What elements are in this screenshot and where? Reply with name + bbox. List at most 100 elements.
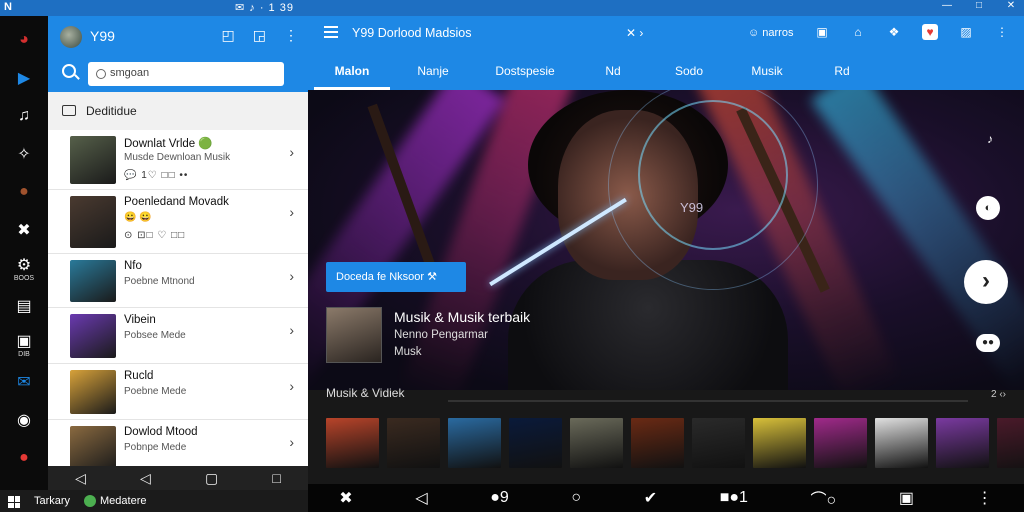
poster-thumbnail[interactable] — [997, 418, 1024, 468]
chevron-right-icon[interactable]: › — [289, 268, 294, 284]
radio-icon-glyph: ● — [19, 449, 29, 466]
video-thumbnail[interactable] — [70, 136, 116, 184]
chevron-right-icon[interactable]: › — [289, 434, 294, 450]
tab-3[interactable]: Nd — [580, 52, 646, 90]
chevron-right-icon[interactable]: › — [289, 378, 294, 394]
image-icon[interactable]: ▨ — [958, 24, 974, 40]
mail-icon-glyph: ✉ — [17, 374, 31, 391]
row-pager[interactable]: 2 ‹› — [991, 389, 1006, 400]
more-vert-icon[interactable]: ⋮ — [284, 27, 298, 44]
window-icon[interactable]: ◲ — [253, 27, 266, 44]
artist-icon[interactable]: ● — [10, 178, 38, 206]
panel-title: Y99 — [90, 28, 115, 44]
user-icon[interactable]: ⌂ — [850, 24, 866, 40]
close-cross-icon[interactable]: ✖ — [10, 216, 38, 244]
tab-1[interactable]: Nanje — [396, 52, 470, 90]
poster-thumbnail[interactable] — [692, 418, 745, 468]
list-item[interactable]: Rucld Poebne Mede › — [48, 364, 308, 420]
list-item[interactable]: Vibein Pobsee Mede › — [48, 308, 308, 364]
poster-thumbnail[interactable] — [814, 418, 867, 468]
mail-icon[interactable]: ✉ — [10, 368, 38, 396]
video-thumbnail[interactable] — [70, 426, 116, 470]
poster-thumbnail[interactable] — [936, 418, 989, 468]
more-vert-icon[interactable]: ⋮ — [994, 24, 1010, 40]
home-icon[interactable]: □ — [272, 470, 280, 486]
poster-thumbnail[interactable] — [448, 418, 501, 468]
search-icon[interactable]: ⌒○ — [811, 486, 837, 510]
back-icon[interactable]: ◁ — [415, 488, 427, 508]
wallet-icon[interactable]: ▣ — [899, 488, 914, 508]
pinwheel-icon[interactable]: ❖ — [886, 24, 902, 40]
poster-thumbnail[interactable] — [509, 418, 562, 468]
topbar-nav-controls[interactable]: ✕ › — [626, 26, 643, 40]
poster-thumbnail[interactable] — [753, 418, 806, 468]
music-notes-icon[interactable]: ♫ — [10, 102, 38, 130]
recent-apps-icon[interactable]: ▢ — [205, 470, 218, 487]
chevron-right-icon[interactable]: › — [289, 204, 294, 220]
app-logo-icon[interactable]: ◕ — [10, 26, 38, 54]
menu-icon[interactable] — [324, 26, 338, 38]
window-icon[interactable]: ▣ — [814, 24, 830, 40]
check-icon[interactable]: ✔ — [644, 488, 657, 508]
tab-2[interactable]: Dostspesie — [470, 52, 580, 90]
search-icon[interactable] — [62, 64, 76, 78]
app-logo-icon-glyph: ◕ — [19, 31, 29, 48]
next-arrow-icon[interactable]: › — [964, 260, 1008, 304]
library-icon[interactable]: ▤ — [10, 292, 38, 320]
toggle-icon[interactable]: ◐ — [976, 196, 1000, 220]
more-vert-icon[interactable]: ⋮ — [977, 488, 993, 508]
hologram-ring — [638, 100, 788, 250]
music-note-icon[interactable]: ♪ — [982, 132, 998, 148]
poster-thumbnail[interactable] — [387, 418, 440, 468]
search-input[interactable]: smgoan — [88, 62, 284, 86]
maximize-icon[interactable]: □ — [974, 0, 984, 14]
list-item-sub: 😀 😀 — [124, 212, 152, 223]
account-label[interactable]: ☺ narros — [748, 27, 793, 39]
start-icon[interactable] — [8, 496, 20, 508]
featured-thumbnail[interactable] — [326, 307, 382, 363]
settings-icon[interactable]: ⚙ BOOS — [10, 254, 38, 282]
favorite-icon[interactable]: ♥ — [922, 24, 938, 40]
hero-banner[interactable]: Y99 Doceda fe Nksoor ⚒ Musik & Musik ter… — [308, 90, 1024, 390]
featured-title[interactable]: Musik & Musik terbaik — [394, 309, 530, 325]
toggle-icon[interactable]: ●9 — [490, 489, 509, 507]
minimize-icon[interactable]: — — [942, 0, 952, 14]
avatar[interactable] — [60, 26, 82, 48]
chevron-right-icon[interactable]: › — [289, 144, 294, 160]
radio-icon[interactable]: ● — [10, 444, 38, 472]
wand-icon[interactable]: ✧ — [10, 140, 38, 168]
media-icon[interactable]: ■●1 — [720, 489, 748, 507]
more-dots-icon[interactable]: ●● — [976, 334, 1000, 352]
video-thumbnail[interactable] — [70, 314, 116, 358]
tab-6[interactable]: Rd — [802, 52, 882, 90]
list-item[interactable]: Poenledand Movadk 😀 😀 ⊙ ⊡□ ♡ □□ › — [48, 190, 308, 254]
video-thumbnail[interactable] — [70, 196, 116, 248]
video-thumbnail[interactable] — [70, 260, 116, 302]
featured-subtitle: Nenno Pengarmar — [394, 329, 488, 341]
tab-4[interactable]: Sodo — [646, 52, 732, 90]
home-icon[interactable]: ○ — [571, 489, 581, 507]
chat-icon[interactable]: ▣ DIB — [10, 330, 38, 358]
list-item[interactable]: Downlat Vrlde 🟢 Musde Dewnloan Musik 💬 1♡ … — [48, 130, 308, 190]
list-item[interactable]: Nfo Poebne Mtnond › — [48, 254, 308, 308]
poster-thumbnail[interactable] — [875, 418, 928, 468]
back-alt-icon[interactable]: ◁ — [140, 470, 151, 487]
play-store-icon[interactable]: ▶ — [10, 64, 38, 92]
tab-5[interactable]: Musik — [732, 52, 802, 90]
taskbar-app[interactable]: Medatere — [84, 495, 146, 507]
taskbar-start-label[interactable]: Tarkary — [34, 495, 70, 507]
download-icon[interactable]: ◉ — [10, 406, 38, 434]
list-item-sub: Pobsee Mede — [124, 330, 186, 341]
chevron-right-icon[interactable]: › — [289, 322, 294, 338]
poster-thumbnail[interactable] — [631, 418, 684, 468]
shuffle-icon[interactable]: ✖ — [339, 488, 352, 508]
back-icon[interactable]: ◁ — [75, 470, 86, 487]
close-icon[interactable]: ✕ — [1006, 0, 1016, 14]
list-item-sub: Musde Dewnloan Musik — [124, 152, 231, 163]
video-thumbnail[interactable] — [70, 370, 116, 414]
poster-thumbnail[interactable] — [326, 418, 379, 468]
tab-0[interactable]: Malon — [308, 52, 396, 90]
hero-cta-button[interactable]: Doceda fe Nksoor ⚒ — [326, 262, 466, 292]
poster-thumbnail[interactable] — [570, 418, 623, 468]
cast-icon[interactable]: ◰ — [222, 27, 235, 44]
